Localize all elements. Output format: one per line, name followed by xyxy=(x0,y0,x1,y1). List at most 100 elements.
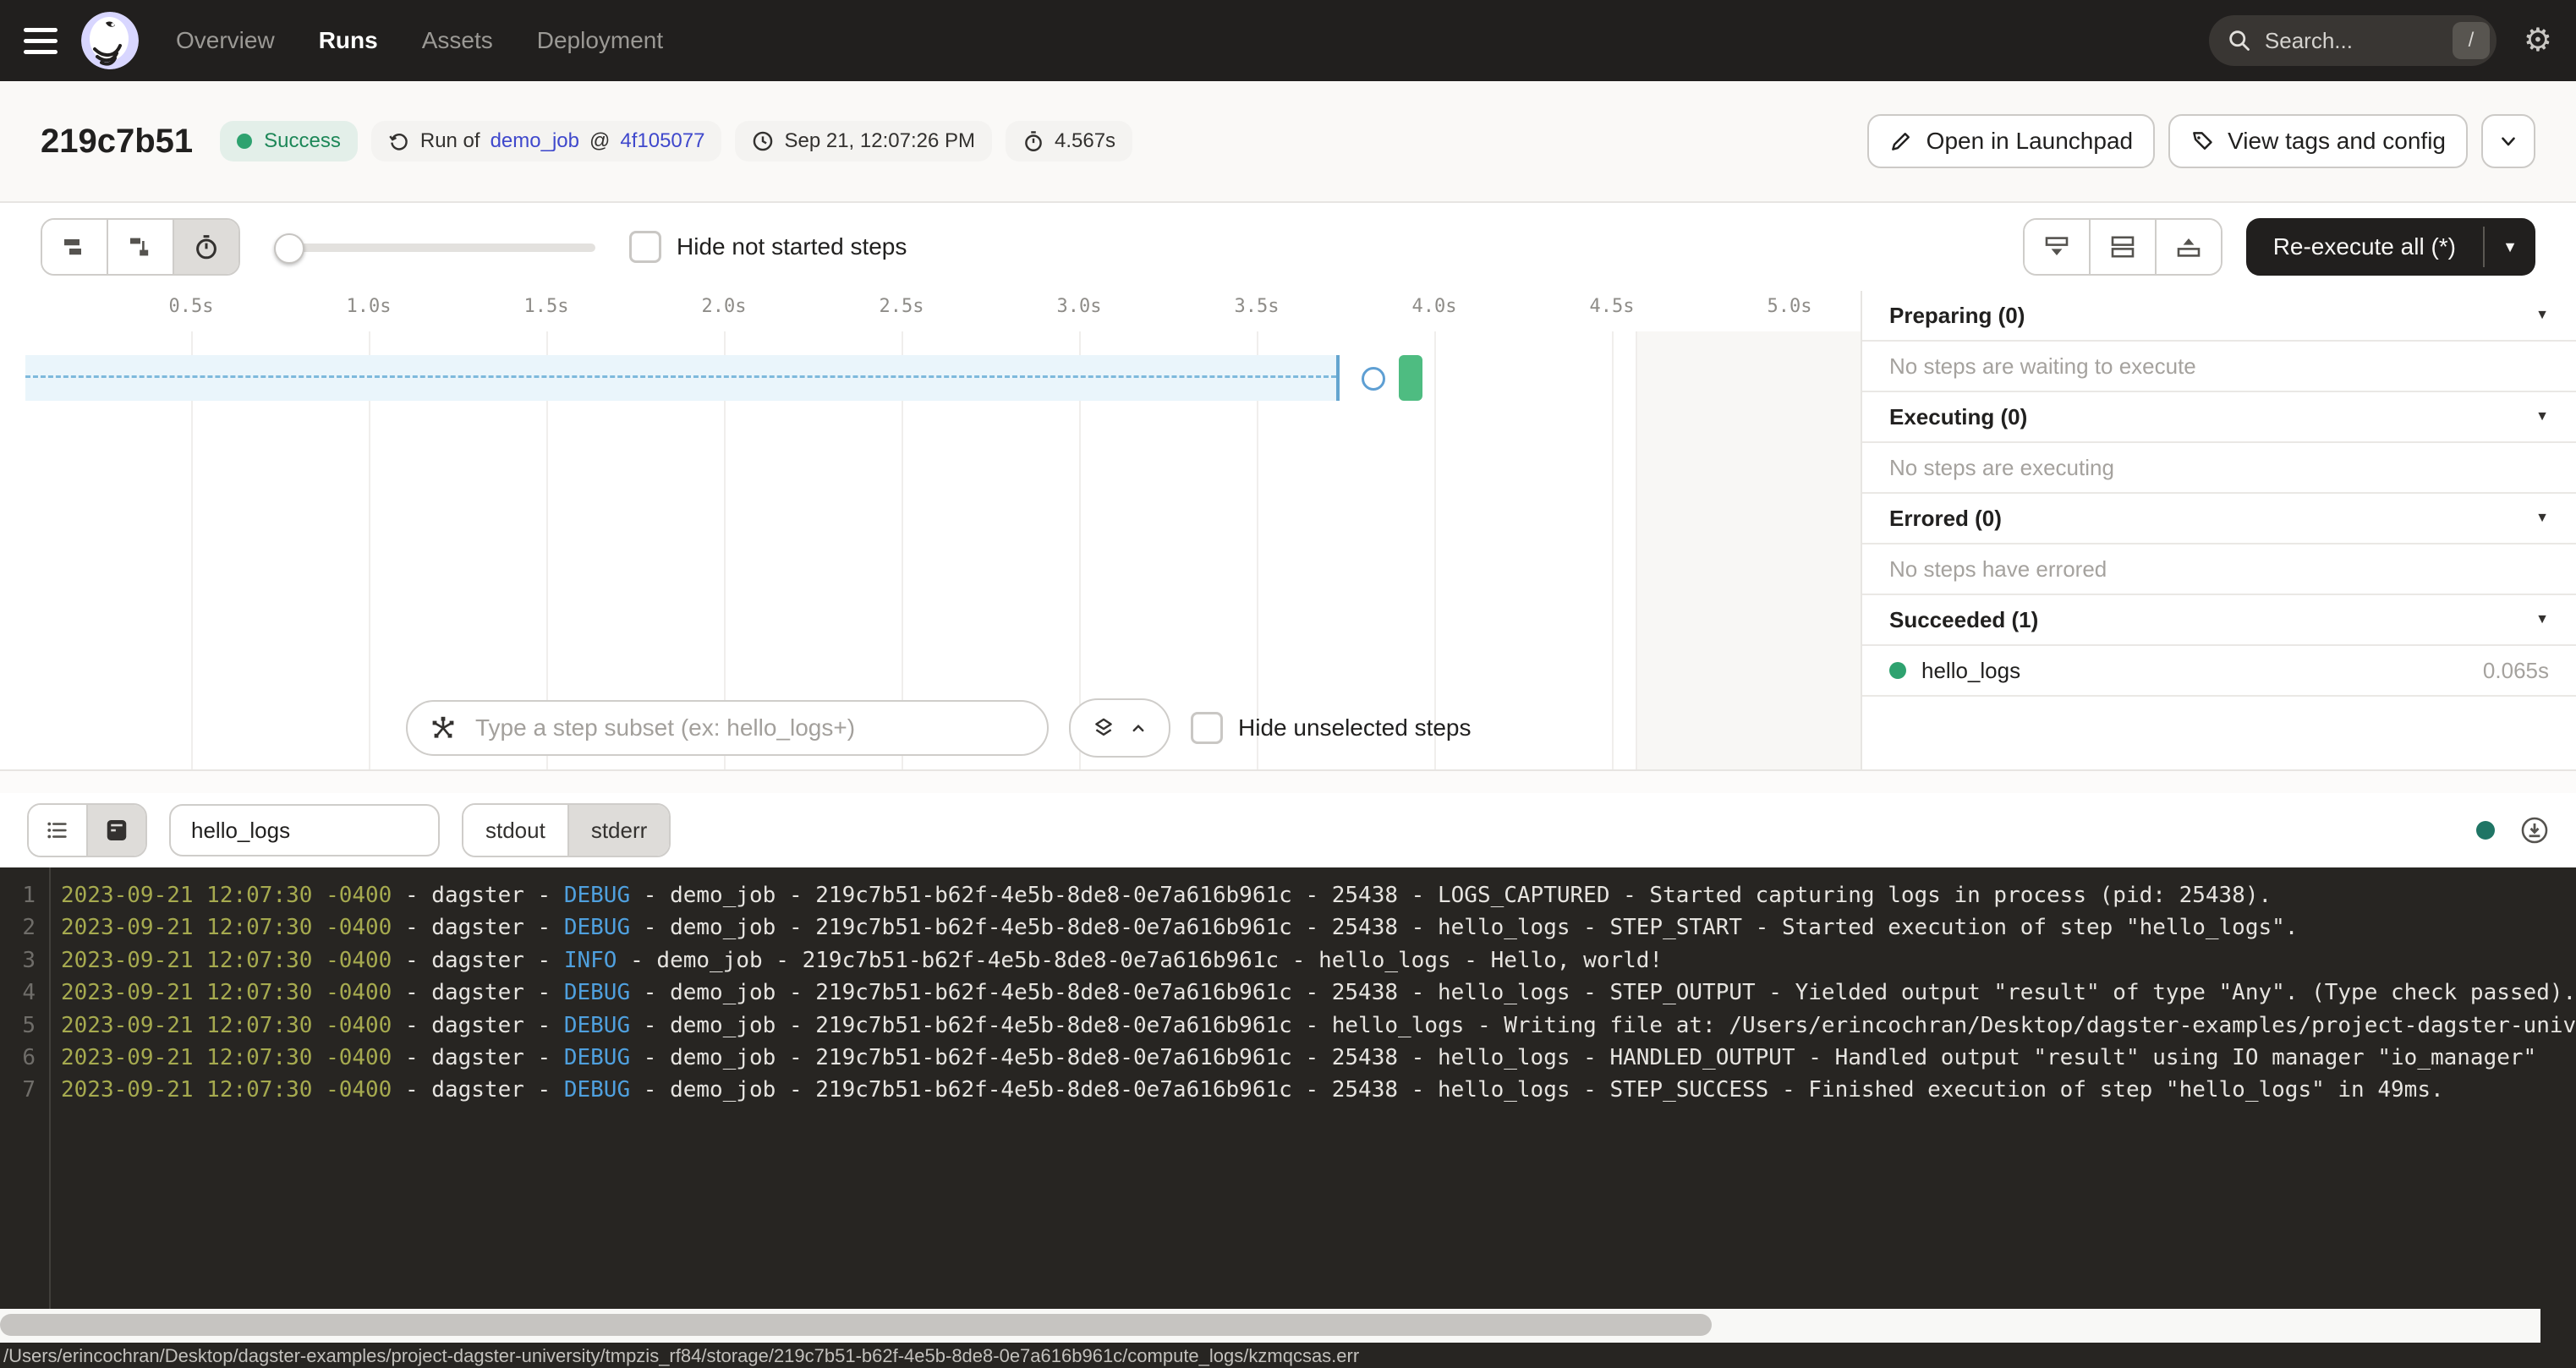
tab-stderr[interactable]: stderr xyxy=(569,805,669,856)
open-in-launchpad-label: Open in Launchpad xyxy=(1927,128,2133,155)
search-icon xyxy=(2228,29,2251,52)
pencil-icon xyxy=(1889,129,1913,153)
gantt-chart[interactable]: Hide unselected steps 0.5s1.0s1.5s2.0s2.… xyxy=(0,291,1861,769)
collapse-panel-down-button[interactable] xyxy=(2025,220,2091,274)
tab-stdout[interactable]: stdout xyxy=(463,805,569,856)
nav-item-overview[interactable]: Overview xyxy=(176,27,275,54)
nav-links: Overview Runs Assets Deployment xyxy=(176,27,663,54)
collapse-triangle-icon: ▼ xyxy=(2535,308,2549,323)
step-row[interactable]: hello_logs 0.065s xyxy=(1862,646,2576,697)
graph-query-toggle-button[interactable] xyxy=(1069,698,1170,758)
log-level: DEBUG xyxy=(564,911,630,944)
step-status-panel: Preparing (0)▼No steps are waiting to ex… xyxy=(1861,291,2576,769)
more-actions-button[interactable] xyxy=(2481,114,2535,168)
reexecute-dropdown-caret[interactable]: ▼ xyxy=(2485,238,2535,256)
log-line-number: 5 xyxy=(0,1010,36,1042)
run-tags: Success Run of demo_job @ 4f105077 Sep 2… xyxy=(220,121,1132,161)
log-step-filter-input[interactable] xyxy=(188,816,421,845)
log-line-number: 7 xyxy=(0,1074,36,1106)
step-subset-input[interactable] xyxy=(472,713,1025,743)
collapse-triangle-icon: ▼ xyxy=(2535,511,2549,526)
step-duration: 0.065s xyxy=(2483,658,2549,684)
axis-tick-label: 4.0s xyxy=(1412,296,1457,317)
nav-item-runs[interactable]: Runs xyxy=(319,27,378,54)
download-log-icon[interactable] xyxy=(2520,816,2549,845)
list-view-icon xyxy=(45,818,70,843)
log-step-filter-field[interactable] xyxy=(169,804,440,856)
panel-section-header[interactable]: Preparing (0)▼ xyxy=(1862,291,2576,342)
hamburger-menu-icon[interactable] xyxy=(24,28,58,54)
log-timestamp: 2023-09-21 12:07:30 -0400 xyxy=(61,1010,392,1042)
axis-tick-label: 1.5s xyxy=(524,296,569,317)
panel-section-header[interactable]: Errored (0) ▼ xyxy=(1862,494,2576,544)
axis-tick-label: 2.0s xyxy=(702,296,747,317)
checkbox-box[interactable] xyxy=(1191,712,1223,744)
hide-not-started-checkbox[interactable]: Hide not started steps xyxy=(629,231,907,263)
panel-layout-group xyxy=(2023,218,2222,276)
structured-log-view-button[interactable] xyxy=(29,805,88,856)
step-name: hello_logs xyxy=(1921,658,2020,684)
waterfall-view-icon xyxy=(127,233,154,260)
gantt-toolbar-right: Re-execute all (*) ▼ xyxy=(2023,218,2535,276)
top-nav: Overview Runs Assets Deployment Search... /… xyxy=(0,0,2576,81)
gantt-section: Hide unselected steps 0.5s1.0s1.5s2.0s2.… xyxy=(0,291,2576,771)
collapse-triangle-icon: ▼ xyxy=(2535,612,2549,627)
caret-up-icon xyxy=(1128,718,1148,738)
raw-log-view-button[interactable] xyxy=(88,805,145,856)
log-horizontal-scrollbar[interactable] xyxy=(0,1309,2576,1343)
run-header-actions: Open in Launchpad View tags and config xyxy=(1867,114,2535,168)
log-level: DEBUG xyxy=(564,977,630,1009)
settings-gear-icon[interactable]: ⚙ xyxy=(2524,25,2552,57)
timed-view-button[interactable] xyxy=(174,220,238,274)
log-line: 62023-09-21 12:07:30 -0400 - dagster - D… xyxy=(0,1042,2576,1074)
gantt-bar-hello-logs[interactable] xyxy=(1399,355,1422,401)
search-input[interactable]: Search... / xyxy=(2209,15,2497,66)
log-timestamp: 2023-09-21 12:07:30 -0400 xyxy=(61,944,392,977)
history-icon xyxy=(388,130,410,152)
panel-section-header[interactable]: Executing (0)▼ xyxy=(1862,392,2576,443)
waterfall-view-button[interactable] xyxy=(108,220,174,274)
log-toolbar-right xyxy=(2476,816,2549,845)
slider-knob[interactable] xyxy=(274,233,304,264)
job-link[interactable]: demo_job xyxy=(491,129,579,153)
log-level: DEBUG xyxy=(564,879,630,911)
clock-icon xyxy=(752,130,774,152)
panel-section-header[interactable]: Succeeded (1)▼ xyxy=(1862,595,2576,646)
reexecute-all-button[interactable]: Re-execute all (*) ▼ xyxy=(2246,218,2535,276)
nav-item-deployment[interactable]: Deployment xyxy=(537,27,663,54)
hide-unselected-checkbox[interactable]: Hide unselected steps xyxy=(1191,712,1472,744)
status-dot-icon xyxy=(237,134,252,149)
panel-resize-handle[interactable] xyxy=(0,771,2576,793)
start-time-tag: Sep 21, 12:07:26 PM xyxy=(735,121,992,161)
split-panels-button[interactable] xyxy=(2091,220,2157,274)
gantt-zoom-slider[interactable] xyxy=(274,233,595,260)
panel-section-title: Errored (0) xyxy=(1889,506,2002,532)
gantt-view-mode-group xyxy=(41,218,240,276)
log-line-number: 1 xyxy=(0,879,36,911)
log-line-number: 3 xyxy=(0,944,36,977)
open-in-launchpad-button[interactable]: Open in Launchpad xyxy=(1867,114,2155,168)
log-line: 72023-09-21 12:07:30 -0400 - dagster - D… xyxy=(0,1074,2576,1106)
flat-view-icon xyxy=(61,233,88,260)
run-of-separator: @ xyxy=(589,129,610,153)
duration-tag: 4.567s xyxy=(1006,121,1132,161)
dagster-logo[interactable] xyxy=(81,12,139,69)
axis-gridline xyxy=(1612,331,1614,769)
scrollbar-thumb[interactable] xyxy=(0,1314,1712,1336)
log-timestamp: 2023-09-21 12:07:30 -0400 xyxy=(61,977,392,1009)
log-timestamp: 2023-09-21 12:07:30 -0400 xyxy=(61,911,392,944)
log-output[interactable]: 12023-09-21 12:07:30 -0400 - dagster - D… xyxy=(0,867,2576,1309)
axis-tick-label: 4.5s xyxy=(1590,296,1635,317)
step-subset-field[interactable] xyxy=(406,700,1049,756)
checkbox-box[interactable] xyxy=(629,231,661,263)
nav-item-assets[interactable]: Assets xyxy=(422,27,493,54)
axis-tick-label: 3.5s xyxy=(1235,296,1280,317)
log-level: DEBUG xyxy=(564,1042,630,1074)
collapse-panel-up-button[interactable] xyxy=(2157,220,2221,274)
hide-not-started-label: Hide not started steps xyxy=(677,233,907,260)
flat-view-button[interactable] xyxy=(42,220,108,274)
snapshot-link[interactable]: 4f105077 xyxy=(620,129,704,153)
log-timestamp: 2023-09-21 12:07:30 -0400 xyxy=(61,879,392,911)
log-line-number: 2 xyxy=(0,911,36,944)
view-tags-config-button[interactable]: View tags and config xyxy=(2168,114,2468,168)
